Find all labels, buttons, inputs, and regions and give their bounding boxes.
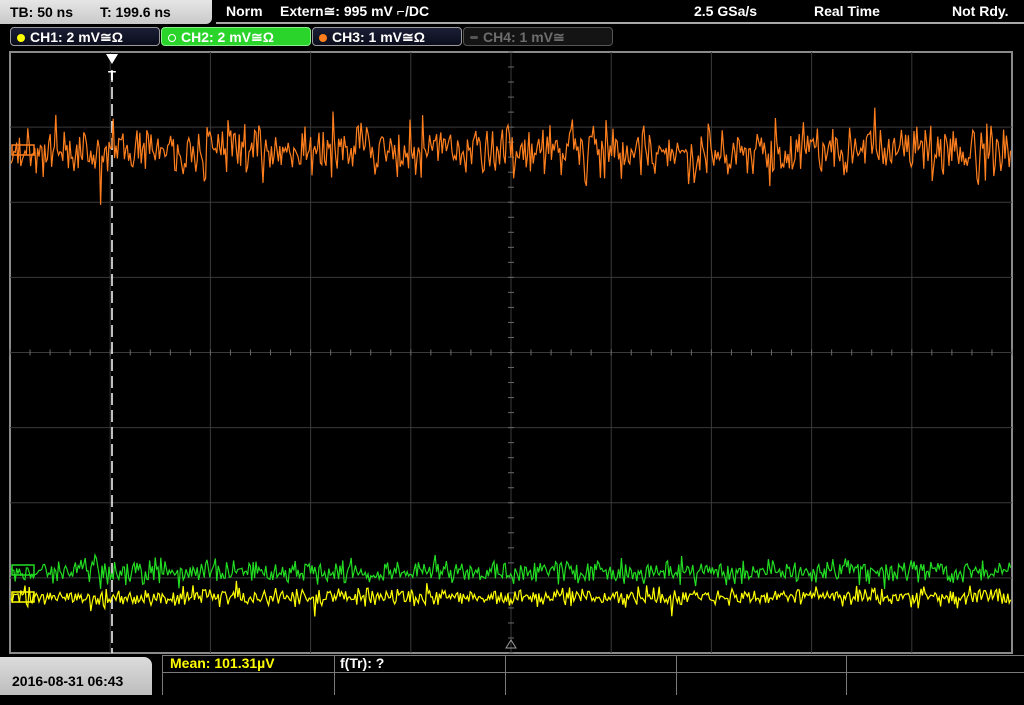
channel-1-label: CH1: 2 mV≅Ω — [30, 29, 123, 45]
measurement-grid-line — [334, 655, 335, 695]
trigger-mode-label[interactable]: Norm — [226, 0, 263, 22]
trigger-time-label: T: 199.6 ns — [100, 4, 171, 20]
measurement-mean[interactable]: Mean: 101.31µV — [170, 656, 275, 671]
channel-1-indicator-icon — [17, 34, 25, 42]
measurement-grid-line — [162, 672, 1024, 673]
status-bar: TB: 50 ns T: 199.6 ns Norm Extern≅: 995 … — [0, 0, 1024, 26]
datetime-label: 2016-08-31 06:43 — [12, 673, 124, 689]
timebase-panel[interactable]: TB: 50 ns T: 199.6 ns — [0, 0, 212, 24]
datetime-panel: 2016-08-31 06:43 — [0, 657, 152, 695]
channel-2-indicator-icon — [168, 34, 176, 42]
measurement-bar: 2016-08-31 06:43 Mean: 101.31µV f(Tr): ? — [0, 655, 1024, 695]
channel-1-tab[interactable]: CH1: 2 mV≅Ω — [10, 27, 160, 46]
measurement-frequency[interactable]: f(Tr): ? — [340, 656, 384, 671]
acquisition-mode-label: Real Time — [814, 3, 880, 19]
trigger-source-label[interactable]: Extern≅: 995 mV ⌐/DC — [280, 0, 429, 22]
sample-rate-label: 2.5 GSa/s — [694, 3, 758, 19]
channel-2-tab[interactable]: CH2: 2 mV≅Ω — [161, 27, 311, 46]
ready-status-label: Not Rdy. — [952, 3, 1009, 19]
measurement-grid-line — [162, 655, 1024, 656]
trigger-marker-label: T — [108, 68, 116, 83]
channel-tab-bar: CH1: 2 mV≅Ω CH2: 2 mV≅Ω CH3: 1 mV≅Ω CH4:… — [0, 26, 1024, 48]
waveform-display[interactable]: T — [0, 48, 1024, 655]
channel-3-tab[interactable]: CH3: 1 mV≅Ω — [312, 27, 462, 46]
measurement-grid-line — [162, 655, 163, 695]
measurement-grid-line — [846, 655, 847, 695]
channel-2-label: CH2: 2 mV≅Ω — [181, 29, 274, 45]
measurement-grid-line — [505, 655, 506, 695]
channel-3-label: CH3: 1 mV≅Ω — [332, 29, 425, 45]
timebase-label: TB: 50 ns — [10, 4, 74, 20]
acquisition-status-row: Norm Extern≅: 995 mV ⌐/DC 2.5 GSa/s Real… — [216, 0, 1024, 24]
channel-4-tab[interactable]: CH4: 1 mV≅ — [463, 27, 613, 46]
channel-4-label: CH4: 1 mV≅ — [483, 29, 565, 45]
channel-4-indicator-icon — [470, 36, 478, 39]
channel-3-indicator-icon — [319, 34, 327, 42]
measurement-grid-line — [676, 655, 677, 695]
